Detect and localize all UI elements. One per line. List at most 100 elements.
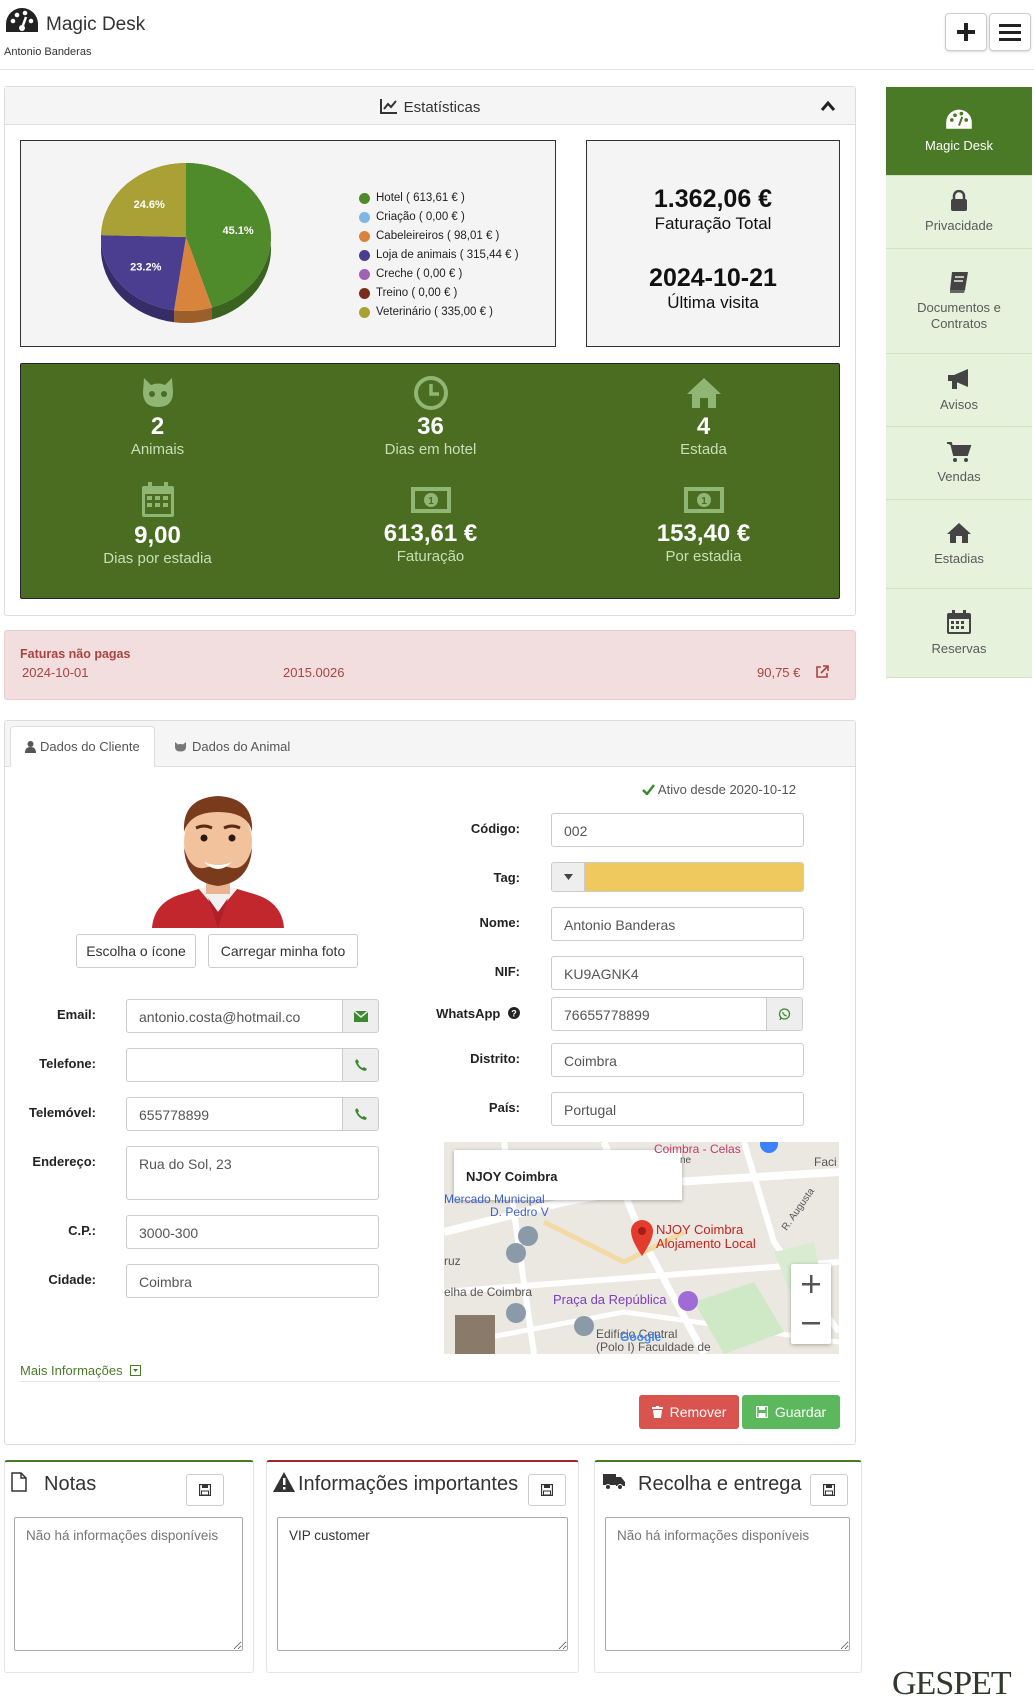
pickup-delivery-textarea[interactable] — [605, 1517, 850, 1651]
stat-label: Por estadia — [665, 548, 742, 565]
pickup-delivery-save-button[interactable] — [810, 1474, 848, 1506]
plus-icon — [957, 23, 975, 41]
sidebar-item-label: Documentos e Contratos — [917, 300, 1001, 331]
upload-photo-button[interactable]: Carregar minha foto — [208, 934, 358, 968]
stat-value: 9,00 — [134, 522, 181, 549]
map-label: D. Pedro V — [490, 1205, 549, 1219]
nif-field[interactable]: KU9AGNK4 — [551, 956, 804, 990]
important-info-save-button[interactable] — [528, 1474, 566, 1506]
map-pin-icon[interactable] — [630, 1220, 654, 1256]
stat-value: 36 — [417, 413, 444, 440]
tag-label: Tag: — [493, 870, 520, 885]
sidebar-item-vendas[interactable]: Vendas — [886, 427, 1032, 500]
map-label: Faci — [814, 1155, 837, 1169]
mobile-field[interactable]: 655778899 — [126, 1097, 343, 1131]
zoom-in-button[interactable] — [791, 1264, 831, 1304]
legend-item[interactable]: Cabeleireiros ( 98,01 € ) — [359, 227, 519, 246]
legend-item[interactable]: Hotel ( 613,61 € ) — [359, 189, 519, 208]
sidebar-item-label: Privacidade — [925, 218, 993, 233]
summary-stats-box: 2 Animais 36 Dias em hotel 4 Estada 9,00… — [20, 363, 840, 599]
unpaid-title: Faturas não pagas — [20, 647, 131, 661]
location-map[interactable]: NJOY Coimbra Coimbra - Celas Mercado Mun… — [444, 1142, 839, 1354]
legend-swatch — [359, 307, 370, 318]
external-link-icon[interactable] — [815, 665, 829, 679]
warning-icon — [273, 1472, 295, 1492]
money-icon: 1 — [683, 487, 724, 513]
sidebar-item-privacidade[interactable]: Privacidade — [886, 176, 1032, 249]
address-label: Endereço: — [32, 1154, 96, 1169]
map-label: Praça da República — [553, 1292, 667, 1307]
sidebar-item-avisos[interactable]: Avisos — [886, 354, 1032, 427]
phone-field[interactable] — [126, 1048, 343, 1082]
notes-save-button[interactable] — [186, 1474, 224, 1506]
user-name: Antonio Banderas — [4, 46, 92, 58]
district-field[interactable]: Coimbra — [551, 1043, 804, 1077]
legend-item[interactable]: Treino ( 0,00 € ) — [359, 284, 519, 303]
legend-item[interactable]: Loja de animais ( 315,44 € ) — [359, 246, 519, 265]
totals-box: 1.362,06 € Faturação Total 2024-10-21 Úl… — [586, 140, 840, 347]
email-field[interactable]: antonio.costa@hotmail.co — [126, 999, 343, 1033]
legend-item[interactable]: Criação ( 0,00 € ) — [359, 208, 519, 227]
important-info-card: Informações importantes — [266, 1460, 579, 1673]
plus-icon — [802, 1275, 820, 1293]
zoom-out-button[interactable] — [791, 1304, 831, 1344]
tag-selector[interactable] — [551, 862, 804, 892]
district-label: Distrito: — [470, 1051, 520, 1066]
map-label: Coimbra - Celas — [654, 1142, 741, 1156]
zip-field[interactable]: 3000-300 — [126, 1215, 379, 1249]
truck-icon — [603, 1474, 625, 1490]
whatsapp-button[interactable] — [766, 997, 803, 1031]
chart-legend: Hotel ( 613,61 € ) Criação ( 0,00 € ) Cabe… — [359, 189, 519, 322]
add-button[interactable] — [945, 13, 987, 51]
help-icon[interactable]: ? — [508, 1007, 520, 1019]
stat-value: 2 — [150, 413, 165, 440]
legend-label: Hotel ( 613,61 € ) — [376, 192, 465, 204]
phone-icon — [354, 1059, 367, 1071]
sidebar-item-magic-desk[interactable]: Magic Desk — [886, 87, 1032, 176]
legend-item[interactable]: Veterinário ( 335,00 € ) — [359, 303, 519, 322]
send-email-button[interactable] — [342, 999, 379, 1033]
dashboard-icon — [946, 109, 972, 129]
map-pin-label: NJOY Coimbra Alojamento Local — [656, 1223, 756, 1251]
code-field[interactable]: 002 — [551, 813, 804, 847]
home-icon — [686, 378, 721, 408]
stat-label: Animais — [130, 441, 185, 458]
call-mobile-button[interactable] — [342, 1097, 379, 1131]
remove-button[interactable]: Remover — [639, 1395, 739, 1429]
legend-swatch — [359, 212, 370, 223]
city-field[interactable]: Coimbra — [126, 1264, 379, 1298]
notes-textarea[interactable] — [14, 1517, 243, 1651]
stat-label: Faturação — [396, 548, 465, 565]
stat-label: Dias por estadia — [103, 550, 212, 567]
country-field[interactable]: Portugal — [551, 1092, 804, 1126]
tab-animal-data[interactable]: Dados do Animal — [160, 726, 304, 767]
whatsapp-field[interactable]: 76655778899 — [551, 997, 767, 1031]
menu-button[interactable] — [989, 13, 1031, 51]
important-info-textarea[interactable] — [277, 1517, 568, 1651]
caret-square-down-icon — [130, 1365, 142, 1376]
sidebar-item-label: Reservas — [931, 641, 987, 656]
call-phone-button[interactable] — [342, 1048, 379, 1082]
legend-label: Creche ( 0,00 € ) — [376, 268, 463, 280]
sidebar-item-estadias[interactable]: Estadias — [886, 500, 1032, 589]
sidebar-item-documentos[interactable]: Documentos e Contratos — [886, 249, 1032, 354]
tag-dropdown-button[interactable] — [552, 863, 585, 891]
user-icon — [25, 740, 36, 753]
active-since-text: Ativo desde 2020-10-12 — [657, 782, 796, 797]
chevron-up-icon[interactable] — [820, 100, 836, 112]
tab-client-data[interactable]: Dados do Cliente — [10, 726, 155, 767]
save-button[interactable]: Guardar — [742, 1395, 840, 1429]
sidebar-item-reservas[interactable]: Reservas — [886, 589, 1032, 678]
address-field[interactable]: Rua do Sol, 23 — [126, 1146, 379, 1200]
total-billing-label: Faturação Total — [654, 214, 772, 233]
more-info-toggle[interactable]: Mais Informações — [20, 1363, 142, 1378]
pie-chart: 45.1% 23.2% 24.6% — [101, 163, 271, 323]
choose-icon-button[interactable]: Escolha o ícone — [76, 934, 196, 968]
app-title: Magic Desk — [46, 14, 146, 35]
stat-label: Dias em hotel — [384, 441, 477, 458]
stats-header[interactable]: Estatísticas — [5, 87, 855, 125]
name-field[interactable]: Antonio Banderas — [551, 907, 804, 941]
last-visit-value: 2024-10-21 — [649, 264, 777, 292]
legend-item[interactable]: Creche ( 0,00 € ) — [359, 265, 519, 284]
sidebar: Magic Desk Privacidade Documentos e Cont… — [886, 87, 1032, 678]
